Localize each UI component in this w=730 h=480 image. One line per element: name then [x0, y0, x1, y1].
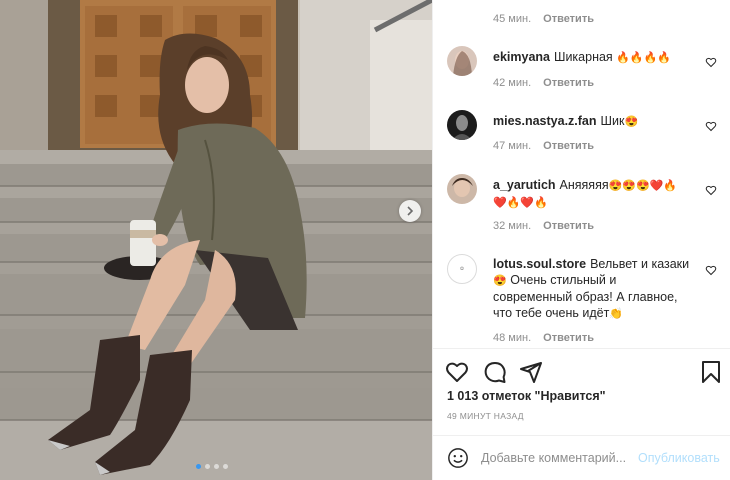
comment-meta: 45 мин. Ответить: [493, 13, 594, 25]
emoji-smile-icon[interactable]: [447, 447, 469, 469]
reply-button[interactable]: Ответить: [543, 220, 594, 232]
heart-icon[interactable]: [445, 360, 469, 384]
comment-emoji: ❤️🔥❤️🔥: [493, 197, 548, 209]
comment-username[interactable]: a_yarutich: [493, 178, 556, 192]
comment-time: 32 мин.: [493, 220, 532, 232]
avatar[interactable]: [447, 110, 477, 140]
carousel-dot: [205, 464, 210, 469]
comment-text: mies.nastya.z.fan Шик😍: [493, 113, 697, 130]
comment-emoji: 😍: [493, 275, 507, 287]
comment-meta: 32 мин. Ответить: [493, 220, 594, 232]
avatar-image: [447, 174, 477, 204]
carousel-dot: [196, 464, 201, 469]
comment-emoji: 🔥🔥🔥🔥: [616, 52, 671, 64]
comment-meta: 48 мин. Ответить: [493, 332, 594, 344]
comment-input[interactable]: [481, 448, 637, 468]
comment-icon[interactable]: [483, 360, 507, 384]
comment-body: Вельвет и казаки: [590, 257, 690, 271]
like-comment-heart-icon[interactable]: [705, 56, 717, 68]
reply-button[interactable]: Ответить: [543, 77, 594, 89]
comment-username[interactable]: lotus.soul.store: [493, 257, 586, 271]
post-photo[interactable]: [0, 0, 432, 480]
share-icon[interactable]: [519, 360, 543, 384]
avatar[interactable]: ✿: [447, 254, 477, 284]
avatar[interactable]: [447, 46, 477, 76]
carousel-dot: [223, 464, 228, 469]
reply-button[interactable]: Ответить: [543, 332, 594, 344]
likes-count[interactable]: 1 013 отметок "Нравится": [447, 389, 606, 403]
avatar-image: [447, 110, 477, 140]
chevron-right-icon: [407, 206, 414, 216]
comment-time: 47 мин.: [493, 140, 532, 152]
comment-emoji: 👏: [609, 308, 624, 320]
comment-meta: 42 мин. Ответить: [493, 77, 594, 89]
photo-image: [0, 0, 432, 480]
post-actions: 1 013 отметок "Нравится" 49 минут назад: [433, 348, 730, 435]
comment-time: 42 мин.: [493, 77, 532, 89]
comment-username[interactable]: ekimyana: [493, 50, 550, 64]
post-timestamp[interactable]: 49 минут назад: [447, 411, 524, 421]
lotus-logo-icon: ✿: [459, 265, 465, 272]
comment-meta: 47 мин. Ответить: [493, 140, 594, 152]
bookmark-icon[interactable]: [699, 360, 723, 384]
reply-button[interactable]: Ответить: [543, 13, 594, 25]
comment-body: Шик: [600, 114, 625, 128]
comment-emoji: 😍: [624, 116, 639, 128]
carousel-indicator: [196, 464, 228, 469]
like-comment-heart-icon[interactable]: [705, 184, 717, 196]
comment-time: 48 мин.: [493, 332, 532, 344]
like-comment-heart-icon[interactable]: [705, 120, 717, 132]
add-comment-bar: Опубликовать: [433, 435, 730, 480]
next-slide-button[interactable]: [399, 200, 421, 222]
like-comment-heart-icon[interactable]: [705, 264, 717, 276]
comment-text: a_yarutich Аняяяяя😍😍😍❤️🔥 ❤️🔥❤️🔥: [493, 177, 697, 211]
comment-username[interactable]: mies.nastya.z.fan: [493, 114, 597, 128]
comment-body: Очень стильный и современный образ! А гл…: [493, 273, 678, 320]
comments-list[interactable]: 45 мин. Ответить ekimyana Шикарная 🔥🔥🔥🔥 42…: [433, 0, 730, 349]
post-sidebar: 45 мин. Ответить ekimyana Шикарная 🔥🔥🔥🔥 42…: [432, 0, 730, 480]
avatar[interactable]: [447, 174, 477, 204]
comment-body: Аняяяяя: [559, 178, 609, 192]
carousel-dot: [214, 464, 219, 469]
avatar-image: [447, 46, 477, 76]
comment-time: 45 мин.: [493, 13, 532, 25]
post-comment-button[interactable]: Опубликовать: [638, 451, 720, 465]
comment-emoji: 😍😍😍❤️🔥: [608, 180, 678, 192]
comment-text: ekimyana Шикарная 🔥🔥🔥🔥: [493, 49, 697, 66]
reply-button[interactable]: Ответить: [543, 140, 594, 152]
comment-body: Шикарная: [553, 50, 613, 64]
comment-text: lotus.soul.store Вельвет и казаки 😍 Очень…: [493, 256, 697, 322]
